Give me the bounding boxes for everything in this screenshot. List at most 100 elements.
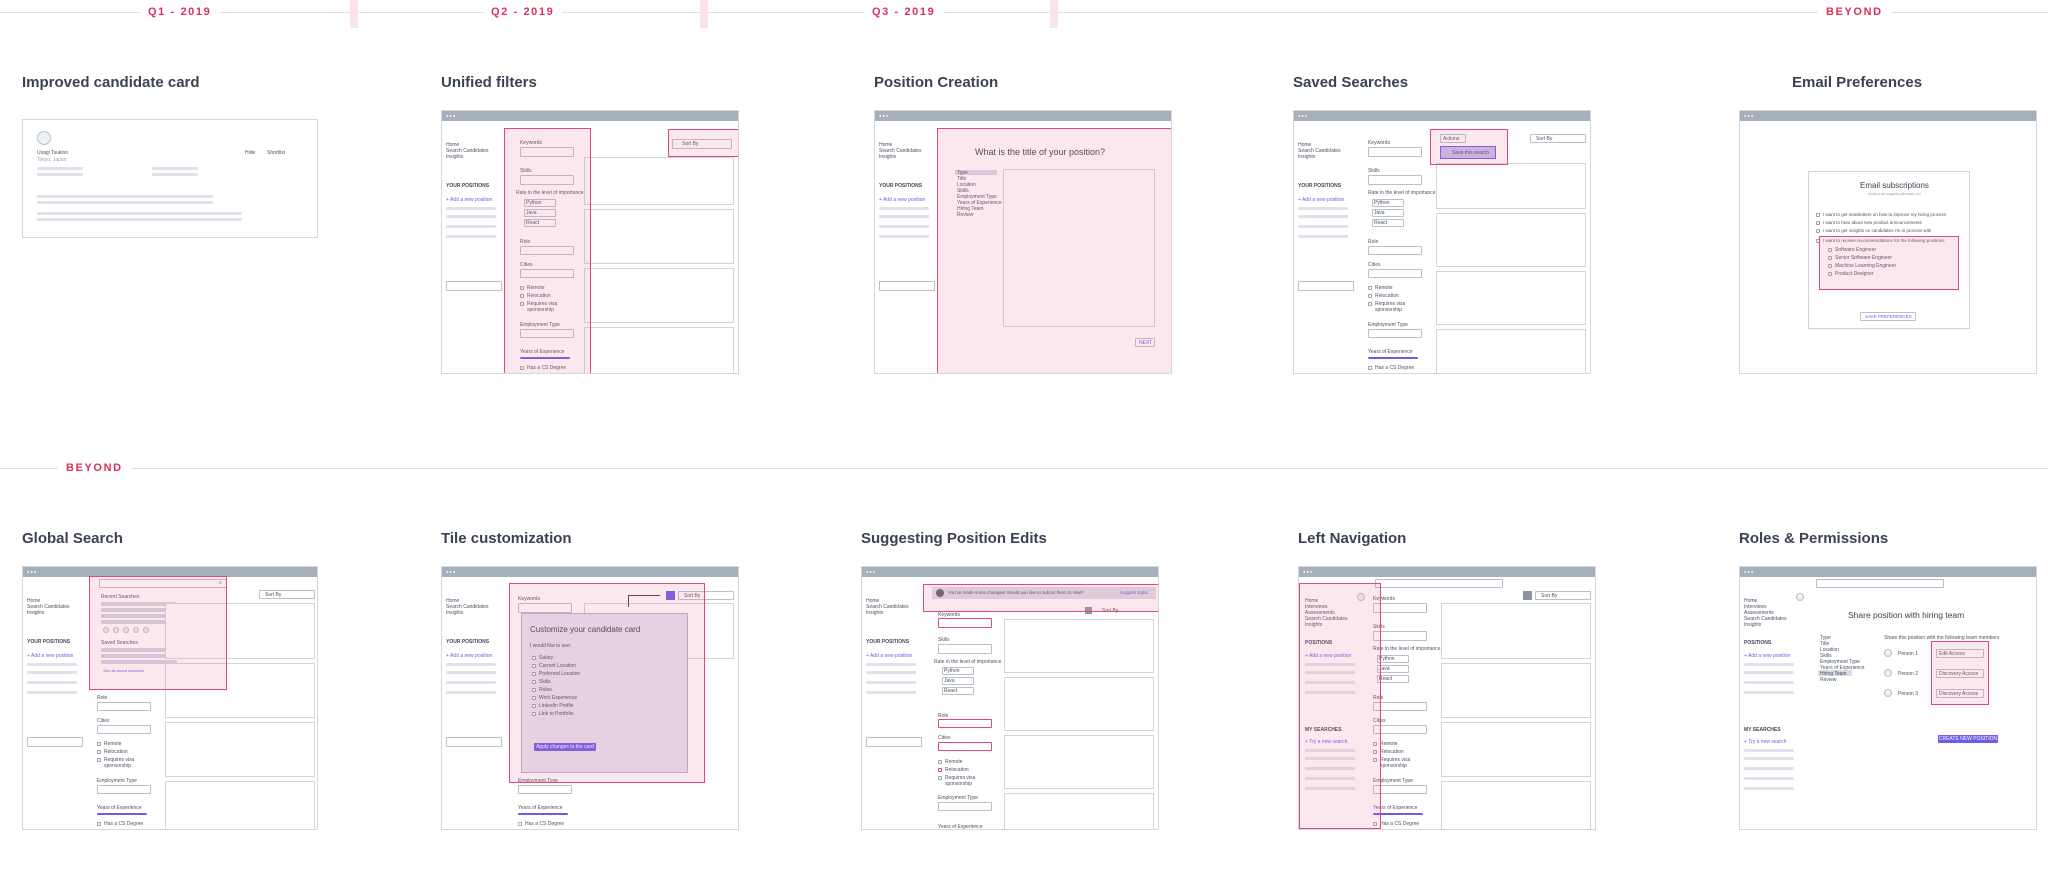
global-search-mockup: ●●● Home Search Candidates Insights YOUR… xyxy=(22,566,318,830)
timeline-line xyxy=(0,468,2048,469)
left-navigation-mockup: ●●● Home Interviews Assessments Search C… xyxy=(1298,566,1596,830)
search-input[interactable] xyxy=(1298,281,1354,291)
create-position-button[interactable]: CREATE NEW POSITION xyxy=(1938,735,1998,743)
role-select[interactable] xyxy=(1368,246,1422,255)
employment-select[interactable] xyxy=(518,785,572,794)
skills-input[interactable] xyxy=(1368,175,1422,185)
nav-insights[interactable]: Insights xyxy=(1298,154,1315,160)
global-search-highlight xyxy=(89,576,227,690)
position-creation-mockup: ●●● Home Search Candidates Insights YOUR… xyxy=(874,110,1172,374)
card-title: Improved candidate card xyxy=(22,74,200,91)
card-title: Tile customization xyxy=(441,530,572,547)
role-select[interactable] xyxy=(97,702,151,711)
add-position-link[interactable]: + Add a new position xyxy=(866,653,912,659)
roles-mockup: ●●● Home Interviews Assessments Search C… xyxy=(1739,566,2037,830)
card-title: Position Creation xyxy=(874,74,999,91)
add-position-link[interactable]: + Add a new position xyxy=(27,653,73,659)
nav-positions: YOUR POSITIONS xyxy=(1298,183,1342,189)
nav-positions: YOUR POSITIONS xyxy=(879,183,923,189)
quarter-label: Q3 - 2019 xyxy=(864,5,944,19)
candidate-card-mockup: Usagi Tsukino Tokyo, Japan Hide Shortlis… xyxy=(22,119,318,238)
role-select[interactable] xyxy=(938,719,992,728)
card-title: Email Preferences xyxy=(1792,74,1923,91)
employment-select[interactable] xyxy=(1368,329,1422,338)
try-search-link[interactable]: + Try a new search xyxy=(1744,739,1786,745)
avatar xyxy=(1884,689,1892,697)
employment-select[interactable] xyxy=(1373,785,1427,794)
share-heading: Share position with hiring team xyxy=(1848,610,1965,620)
global-search-input[interactable] xyxy=(1375,579,1503,588)
search-input[interactable] xyxy=(446,281,502,291)
nav-insights[interactable]: Insights xyxy=(879,154,896,160)
add-position-link[interactable]: + Add a new position xyxy=(446,197,492,203)
quarter-label: Q1 - 2019 xyxy=(140,5,220,19)
hide-button[interactable]: Hide xyxy=(245,150,255,156)
nav-insights[interactable]: Insights xyxy=(446,610,463,616)
candidate-location: Tokyo, Japan xyxy=(37,157,67,163)
position-edits-mockup: ●●● Home Search Candidates Insights YOUR… xyxy=(861,566,1159,830)
wizard-highlight xyxy=(937,128,1171,373)
email-heading: Email subscriptions xyxy=(1860,181,1929,190)
cities-select[interactable] xyxy=(97,725,151,734)
grid-icon[interactable] xyxy=(1523,591,1532,600)
access-highlight xyxy=(1931,641,1989,705)
avatar xyxy=(1884,669,1892,677)
quarter-label: BEYOND xyxy=(58,461,131,475)
timeline-line xyxy=(0,12,2048,13)
keywords-input[interactable] xyxy=(938,618,992,628)
unified-filters-mockup: ●●● Home Search Candidates Insights YOUR… xyxy=(441,110,739,374)
role-select[interactable] xyxy=(1373,702,1427,711)
skills-input[interactable] xyxy=(1373,631,1427,641)
email-preferences-mockup: ●●● Email subscriptions sindhu.ad.sagelh… xyxy=(1739,110,2037,374)
card-title: Unified filters xyxy=(441,74,537,91)
wizard-step[interactable]: Review xyxy=(1820,677,1836,683)
search-input[interactable] xyxy=(879,281,935,291)
keywords-input[interactable] xyxy=(1368,147,1422,157)
nav-insights[interactable]: Insights xyxy=(866,610,883,616)
cities-select[interactable] xyxy=(1373,725,1427,734)
nav-insights[interactable]: Insights xyxy=(446,154,463,160)
cities-select[interactable] xyxy=(938,742,992,751)
saved-searches-mockup: ●●● Home Search Candidates Insights YOUR… xyxy=(1293,110,1591,374)
add-position-link[interactable]: + Add a new position xyxy=(1744,653,1790,659)
add-position-link[interactable]: + Add a new position xyxy=(879,197,925,203)
search-input[interactable] xyxy=(446,737,502,747)
sort-highlight xyxy=(668,129,738,157)
timeline-marker xyxy=(700,0,708,28)
card-title: Global Search xyxy=(22,530,123,547)
nav-positions: YOUR POSITIONS xyxy=(446,639,490,645)
timeline-marker xyxy=(1050,0,1058,28)
employment-select[interactable] xyxy=(938,802,992,811)
tile-customization-mockup: ●●● Home Search Candidates Insights YOUR… xyxy=(441,566,739,830)
actions-highlight xyxy=(1430,129,1508,165)
global-search-input[interactable] xyxy=(1816,579,1944,588)
tile-highlight xyxy=(509,583,705,783)
filters-highlight xyxy=(504,128,591,373)
card-title: Saved Searches xyxy=(1293,74,1409,91)
search-input[interactable] xyxy=(27,737,83,747)
avatar xyxy=(1884,649,1892,657)
nav-positions: POSITIONS xyxy=(1744,640,1772,646)
search-input[interactable] xyxy=(866,737,922,747)
add-position-link[interactable]: + Add a new position xyxy=(1298,197,1344,203)
nav-my-searches: MY SEARCHES xyxy=(1744,727,1781,733)
nav-positions: YOUR POSITIONS xyxy=(27,639,71,645)
add-position-link[interactable]: + Add a new position xyxy=(446,653,492,659)
nav-positions: YOUR POSITIONS xyxy=(866,639,910,645)
card-title: Left Navigation xyxy=(1298,530,1407,547)
nav-positions: YOUR POSITIONS xyxy=(446,183,490,189)
cities-select[interactable] xyxy=(1368,269,1422,278)
quarter-label: Q2 - 2019 xyxy=(483,5,563,19)
left-nav-highlight xyxy=(1299,583,1381,829)
avatar xyxy=(37,131,51,145)
collapse-icon[interactable] xyxy=(1796,593,1804,601)
shortlist-button[interactable]: Shortlist xyxy=(267,150,285,156)
recommendations-highlight xyxy=(1819,236,1959,290)
banner-highlight xyxy=(923,584,1158,612)
nav-insights[interactable]: Insights xyxy=(27,610,44,616)
keywords-input[interactable] xyxy=(1373,603,1427,613)
candidate-name: Usagi Tsukino xyxy=(37,150,69,156)
employment-select[interactable] xyxy=(97,785,151,794)
skills-input[interactable] xyxy=(938,644,992,654)
nav-insights[interactable]: Insights xyxy=(1744,622,1761,628)
